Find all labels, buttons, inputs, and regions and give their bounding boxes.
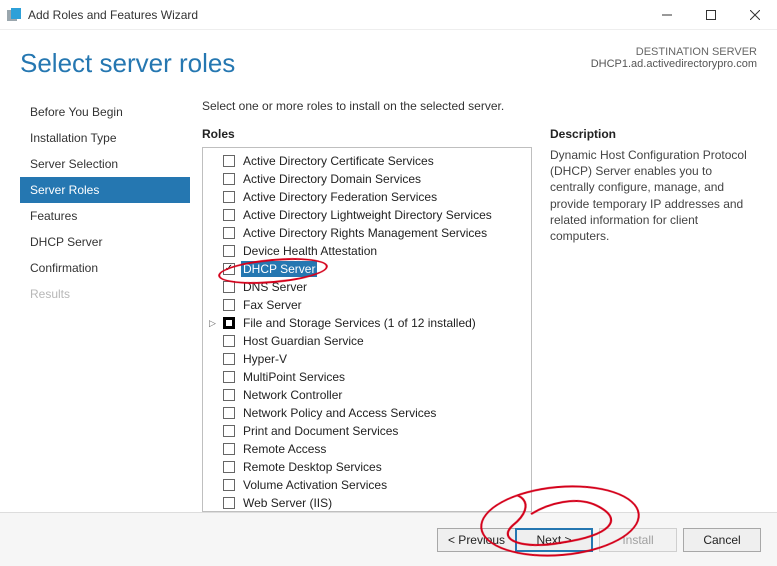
wizard-steps: Before You BeginInstallation TypeServer … [20, 95, 190, 512]
role-item[interactable]: Device Health Attestation [205, 242, 529, 260]
role-checkbox[interactable] [223, 443, 235, 455]
role-item[interactable]: Print and Document Services [205, 422, 529, 440]
role-label: Device Health Attestation [241, 243, 379, 259]
close-button[interactable] [733, 0, 777, 30]
role-item[interactable]: Remote Access [205, 440, 529, 458]
role-item[interactable]: DHCP Server [205, 260, 529, 278]
role-checkbox[interactable] [223, 479, 235, 491]
role-label: Active Directory Lightweight Directory S… [241, 207, 494, 223]
role-checkbox[interactable] [223, 353, 235, 365]
role-label: DHCP Server [241, 261, 317, 277]
role-item[interactable]: Volume Activation Services [205, 476, 529, 494]
wizard-step[interactable]: Server Selection [20, 151, 190, 177]
install-button[interactable]: Install [599, 528, 677, 552]
wizard-step[interactable]: Features [20, 203, 190, 229]
role-checkbox[interactable] [223, 407, 235, 419]
role-label: File and Storage Services (1 of 12 insta… [241, 315, 478, 331]
expand-icon[interactable]: ▷ [209, 315, 216, 331]
role-item[interactable]: Active Directory Federation Services [205, 188, 529, 206]
cancel-button[interactable]: Cancel [683, 528, 761, 552]
next-button[interactable]: Next > [515, 528, 593, 552]
nav-button-group: < Previous Next > [437, 528, 593, 552]
role-label: Active Directory Federation Services [241, 189, 439, 205]
app-icon [6, 7, 22, 23]
role-checkbox[interactable] [223, 155, 235, 167]
role-label: MultiPoint Services [241, 369, 347, 385]
role-item[interactable]: Active Directory Lightweight Directory S… [205, 206, 529, 224]
role-label: Web Server (IIS) [241, 495, 334, 511]
window-title: Add Roles and Features Wizard [28, 8, 645, 22]
role-checkbox[interactable] [223, 389, 235, 401]
role-label: Network Policy and Access Services [241, 405, 438, 421]
role-label: Network Controller [241, 387, 344, 403]
content-area: Select server roles DESTINATION SERVER D… [0, 30, 777, 512]
destination-server-value: DHCP1.ad.activedirectorypro.com [591, 58, 757, 70]
role-checkbox[interactable] [223, 245, 235, 257]
page-title: Select server roles [20, 48, 235, 79]
role-label: Volume Activation Services [241, 477, 389, 493]
wizard-footer: < Previous Next > Install Cancel [0, 512, 777, 566]
role-label: Active Directory Certificate Services [241, 153, 436, 169]
role-label: Hyper-V [241, 351, 289, 367]
wizard-step[interactable]: DHCP Server [20, 229, 190, 255]
role-checkbox[interactable] [223, 317, 235, 329]
role-item[interactable]: Host Guardian Service [205, 332, 529, 350]
window-controls [645, 0, 777, 30]
role-item[interactable]: Web Server (IIS) [205, 494, 529, 512]
role-label: Remote Access [241, 441, 328, 457]
role-checkbox[interactable] [223, 227, 235, 239]
role-item[interactable]: Network Policy and Access Services [205, 404, 529, 422]
instruction-text: Select one or more roles to install on t… [202, 99, 757, 113]
role-checkbox[interactable] [223, 191, 235, 203]
role-checkbox[interactable] [223, 497, 235, 509]
wizard-step: Results [20, 281, 190, 307]
roles-label: Roles [202, 127, 532, 141]
role-checkbox[interactable] [223, 335, 235, 347]
role-label: Host Guardian Service [241, 333, 366, 349]
description-text: Dynamic Host Configuration Protocol (DHC… [550, 147, 757, 244]
role-item[interactable]: Hyper-V [205, 350, 529, 368]
role-item[interactable]: Active Directory Rights Management Servi… [205, 224, 529, 242]
role-checkbox[interactable] [223, 209, 235, 221]
role-label: Active Directory Rights Management Servi… [241, 225, 489, 241]
role-label: DNS Server [241, 279, 309, 295]
destination-server-block: DESTINATION SERVER DHCP1.ad.activedirect… [591, 46, 757, 70]
wizard-step[interactable]: Before You Begin [20, 99, 190, 125]
role-item[interactable]: Remote Desktop Services [205, 458, 529, 476]
wizard-step[interactable]: Server Roles [20, 177, 190, 203]
role-checkbox[interactable] [223, 173, 235, 185]
role-checkbox[interactable] [223, 371, 235, 383]
role-label: Print and Document Services [241, 423, 400, 439]
maximize-button[interactable] [689, 0, 733, 30]
roles-listbox[interactable]: Active Directory Certificate Services Act… [202, 147, 532, 512]
role-item[interactable]: Network Controller [205, 386, 529, 404]
minimize-button[interactable] [645, 0, 689, 30]
role-label: Active Directory Domain Services [241, 171, 423, 187]
role-item[interactable]: Active Directory Certificate Services [205, 152, 529, 170]
previous-button[interactable]: < Previous [437, 528, 515, 552]
wizard-step[interactable]: Confirmation [20, 255, 190, 281]
role-item[interactable]: Fax Server [205, 296, 529, 314]
role-checkbox[interactable] [223, 299, 235, 311]
wizard-step[interactable]: Installation Type [20, 125, 190, 151]
role-label: Remote Desktop Services [241, 459, 384, 475]
destination-server-label: DESTINATION SERVER [591, 46, 757, 58]
role-checkbox[interactable] [223, 281, 235, 293]
role-item[interactable]: Active Directory Domain Services [205, 170, 529, 188]
role-item[interactable]: ▷ File and Storage Services (1 of 12 inst… [205, 314, 529, 332]
role-item[interactable]: DNS Server [205, 278, 529, 296]
role-item[interactable]: MultiPoint Services [205, 368, 529, 386]
role-checkbox[interactable] [223, 263, 235, 275]
role-checkbox[interactable] [223, 425, 235, 437]
title-bar: Add Roles and Features Wizard [0, 0, 777, 30]
role-checkbox[interactable] [223, 461, 235, 473]
description-label: Description [550, 127, 757, 141]
role-label: Fax Server [241, 297, 304, 313]
